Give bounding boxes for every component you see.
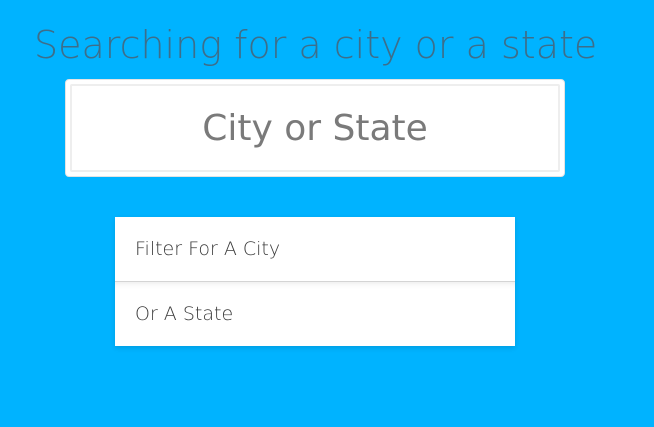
- suggestion-item-city[interactable]: Filter For A City: [115, 217, 515, 281]
- search-form: [65, 79, 565, 177]
- search-input[interactable]: [70, 84, 560, 172]
- suggestions-list: Filter For A City Or A State: [115, 217, 515, 346]
- suggestion-item-state[interactable]: Or A State: [115, 281, 515, 346]
- page-title: Searching for a city or a state: [34, 23, 598, 67]
